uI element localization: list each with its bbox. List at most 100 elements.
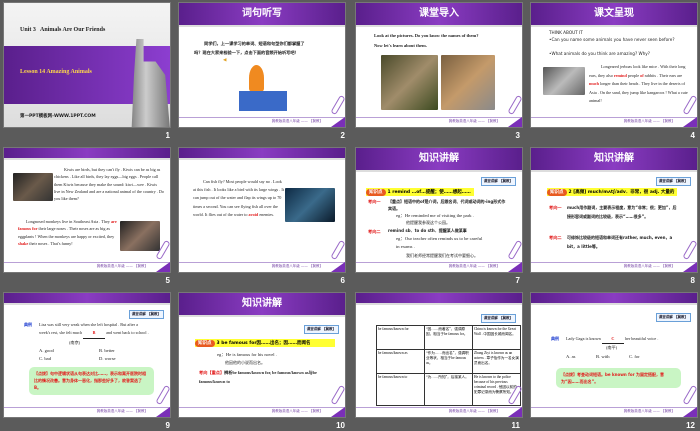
lesson-title: Lesson 14 Amazing Animals <box>20 69 92 75</box>
slide-footer: 冀教版英语八年级 —— 【冀教】 <box>356 117 522 127</box>
option-b: B. better <box>99 348 115 353</box>
slide-thumbnail-1[interactable]: Unit 3 Animals Are Our Friends Lesson 14… <box>3 2 171 128</box>
slide-thumbnail-7[interactable]: 知识讲解 课堂讲解 【冀教】 知识点 1 remind …of…提醒；使……想起…… <box>355 147 523 273</box>
slide-number: 8 <box>690 276 695 285</box>
slide-number: 6 <box>340 276 345 285</box>
keyword: remind <box>613 72 627 78</box>
slide-thumbnail-2[interactable]: 词句听写 同学们，上一课学习的单词、短语和句型你们都掌握了吗？现在大家来检验一下… <box>178 2 346 128</box>
knowledge-point: 知识点 1 remind …of…提醒；使……想起…… <box>366 188 474 196</box>
slide-footer: 冀教版英语八年级 —— 【冀教】 <box>179 262 345 272</box>
slide-thumbnail-12[interactable]: 课堂讲解 【冀教】 典例 Lady Gaga is known C her be… <box>530 292 698 418</box>
option-a: A. good <box>39 348 54 353</box>
slide-number: 9 <box>165 421 170 430</box>
question-text: Lisa was still very weak when she left h… <box>39 322 149 345</box>
kiwi-image <box>13 173 53 201</box>
table-row: be famous/known as “作为……而出名”，强调职业等状，相当于be… <box>376 349 521 374</box>
point-text: 考向【重点】辨析be famous/known for, be famous/k… <box>199 370 317 384</box>
example-translation: 他提醒我参观这个公园。 <box>406 220 450 225</box>
slide-thumbnail-9[interactable]: 课堂讲解 【冀教】 典例 Lisa was still very weak wh… <box>3 292 171 418</box>
example-label: 典例 <box>551 336 559 341</box>
slide-footer: 冀教版英语八年级 —— 【冀教】 <box>356 407 522 417</box>
slide-thumbnail-11[interactable]: 课堂讲解 【冀教】 be famous/known for “因……而著名”，强调… <box>355 292 523 418</box>
slide-footer: 冀教版英语八年级 —— 【冀教】 <box>531 407 697 417</box>
slide-title: 课堂导入 <box>356 3 522 27</box>
slide-title: 知识讲解 <box>356 148 522 172</box>
tip-box: 【点拨】句中逻辑状语从句表达对比……，表示和离开医院时相比的情况改善。意为身体一… <box>29 367 154 395</box>
slide-thumbnail-3[interactable]: 课堂导入 Look at the pictures. Do you know t… <box>355 2 523 128</box>
pen-icon <box>155 384 170 406</box>
kiwi-image <box>381 55 438 110</box>
question-source: (南京) <box>69 339 81 345</box>
keyword: much <box>589 81 600 86</box>
slide-footer: 冀教版英语八年级 —— 【冀教】 <box>4 262 170 272</box>
slide-title: 课文呈现 <box>531 3 697 27</box>
slide-thumbnail-6[interactable]: Can fish fly? Most people would say no .… <box>178 147 346 273</box>
option-c: C. for <box>629 354 640 359</box>
site-credit: 第一PPT模板网-WWW.1PPT.COM <box>20 114 96 119</box>
slide-number: 5 <box>165 276 170 285</box>
header-band <box>356 293 522 305</box>
section-tag: 课堂讲解 【冀教】 <box>303 325 339 334</box>
slide-number: 11 <box>511 421 520 430</box>
header-band <box>531 293 697 305</box>
passage-monkeys: Longnosed monkeys live in Southeast Asia… <box>18 219 117 246</box>
slide-number: 10 <box>336 421 345 430</box>
keyword: avoid <box>248 211 259 217</box>
option-c: C. bad <box>39 356 51 361</box>
cartoon-desk-image <box>239 91 287 111</box>
speaker-icon[interactable]: ◀ <box>223 56 227 64</box>
section-tag: 课堂讲解 【冀教】 <box>655 177 691 186</box>
example-translation: 我们老师经常提醒我们在考试中要细心。 <box>406 253 478 258</box>
header-band <box>4 148 170 160</box>
slide-thumbnail-8[interactable]: 知识讲解 课堂讲解 【冀教】 知识点 2 [高频] much/mʌtʃ/adv．非… <box>530 147 698 273</box>
pen-icon <box>507 239 522 261</box>
slide-footer: 冀教版英语八年级 —— 【冀教】 <box>531 117 697 127</box>
section-tag: 课堂讲解 【冀教】 <box>480 314 516 323</box>
slide-title: 知识讲解 <box>179 293 345 317</box>
cartoon-character-image <box>249 65 264 91</box>
slide-title: 词句听写 <box>179 3 345 27</box>
slide-footer: 冀教版英语八年级 —— 【冀教】 <box>179 407 345 417</box>
passage: Longeared jerboas look like mice . With … <box>589 64 688 103</box>
point-label: 考向二 <box>368 229 381 234</box>
pen-icon <box>507 94 522 116</box>
point-text: remind sb．to do sth．提醒某人做某事 <box>388 228 467 233</box>
slide-thumbnail-4[interactable]: 课文呈现 THINK ABOUT IT •Can you name some a… <box>530 2 698 128</box>
question-source: (南平) <box>606 345 618 350</box>
pen-icon <box>682 239 697 261</box>
slide-thumbnail-10[interactable]: 知识讲解 课堂讲解 【冀教】 知识点 3 be famous for因……出名；因… <box>178 292 346 418</box>
slide-title: 知识讲解 <box>531 148 697 172</box>
jerboa-image <box>543 67 585 95</box>
point-text: 可修饰比较级的短语和单词还有rather, much, even，a bit，a… <box>567 235 673 249</box>
example: eg：He is famous for his novel . <box>217 352 277 357</box>
pen-icon <box>330 239 345 261</box>
point-label: 考向一 <box>368 199 381 204</box>
slide-thumbnail-5[interactable]: Kiwis are birds, but they can't fly . Ki… <box>3 147 171 273</box>
passage-kiwis: Kiwis are birds, but they can't fly . Ki… <box>54 167 164 202</box>
section-tag: 课堂讲解 【冀教】 <box>655 313 691 322</box>
example-translation: 他因他的小说而出名。 <box>225 360 265 365</box>
example: eg：Our teacher often reminds us to be ca… <box>396 236 483 249</box>
pen-icon <box>330 94 345 116</box>
point-text: much用作副词，主要表示程度，意为“非常；很；更加”，后接形容词或副词的比较级… <box>567 205 677 219</box>
answer-blank: B <box>83 329 106 339</box>
slide-number: 1 <box>165 131 170 140</box>
header-band <box>4 293 170 305</box>
tip-box: 【点拨】考查动词短语。be known for 为固定搭配，意为“因……而出名”… <box>556 368 681 388</box>
unit-title: Unit 3 Animals Are Our Friends <box>20 27 106 33</box>
table-row: be famous/known for “因……而著名”，强调原因，相当于be f… <box>376 325 521 350</box>
option-d: D. worse <box>99 356 116 361</box>
slide-text: Look at the pictures. Do you know the na… <box>374 33 479 38</box>
pen-icon <box>682 384 697 406</box>
slide-footer: 冀教版英语八年级 —— 【冀教】 <box>4 407 170 417</box>
point-label: 考向一 <box>549 205 562 210</box>
slide-number: 3 <box>515 131 520 140</box>
slide-number: 12 <box>686 421 695 430</box>
monkey-image <box>120 221 160 251</box>
question-1: •Can you name some animals you have neve… <box>549 37 675 42</box>
slide-text: 同学们，上一课学习的单词、短语和句型你们都掌握了吗？现在大家来检验一下，点击下面… <box>194 41 305 55</box>
example-label: 典例 <box>24 322 32 327</box>
passage-fish: Can fish fly? Most people would say no .… <box>193 179 284 217</box>
point-text: 【重点】短语中的of是介词，后跟名词、代词或动词的-ing形式作宾语。 <box>388 199 506 211</box>
knowledge-point: 知识点 3 be famous for因……出名；因……而闻名 <box>195 339 335 347</box>
